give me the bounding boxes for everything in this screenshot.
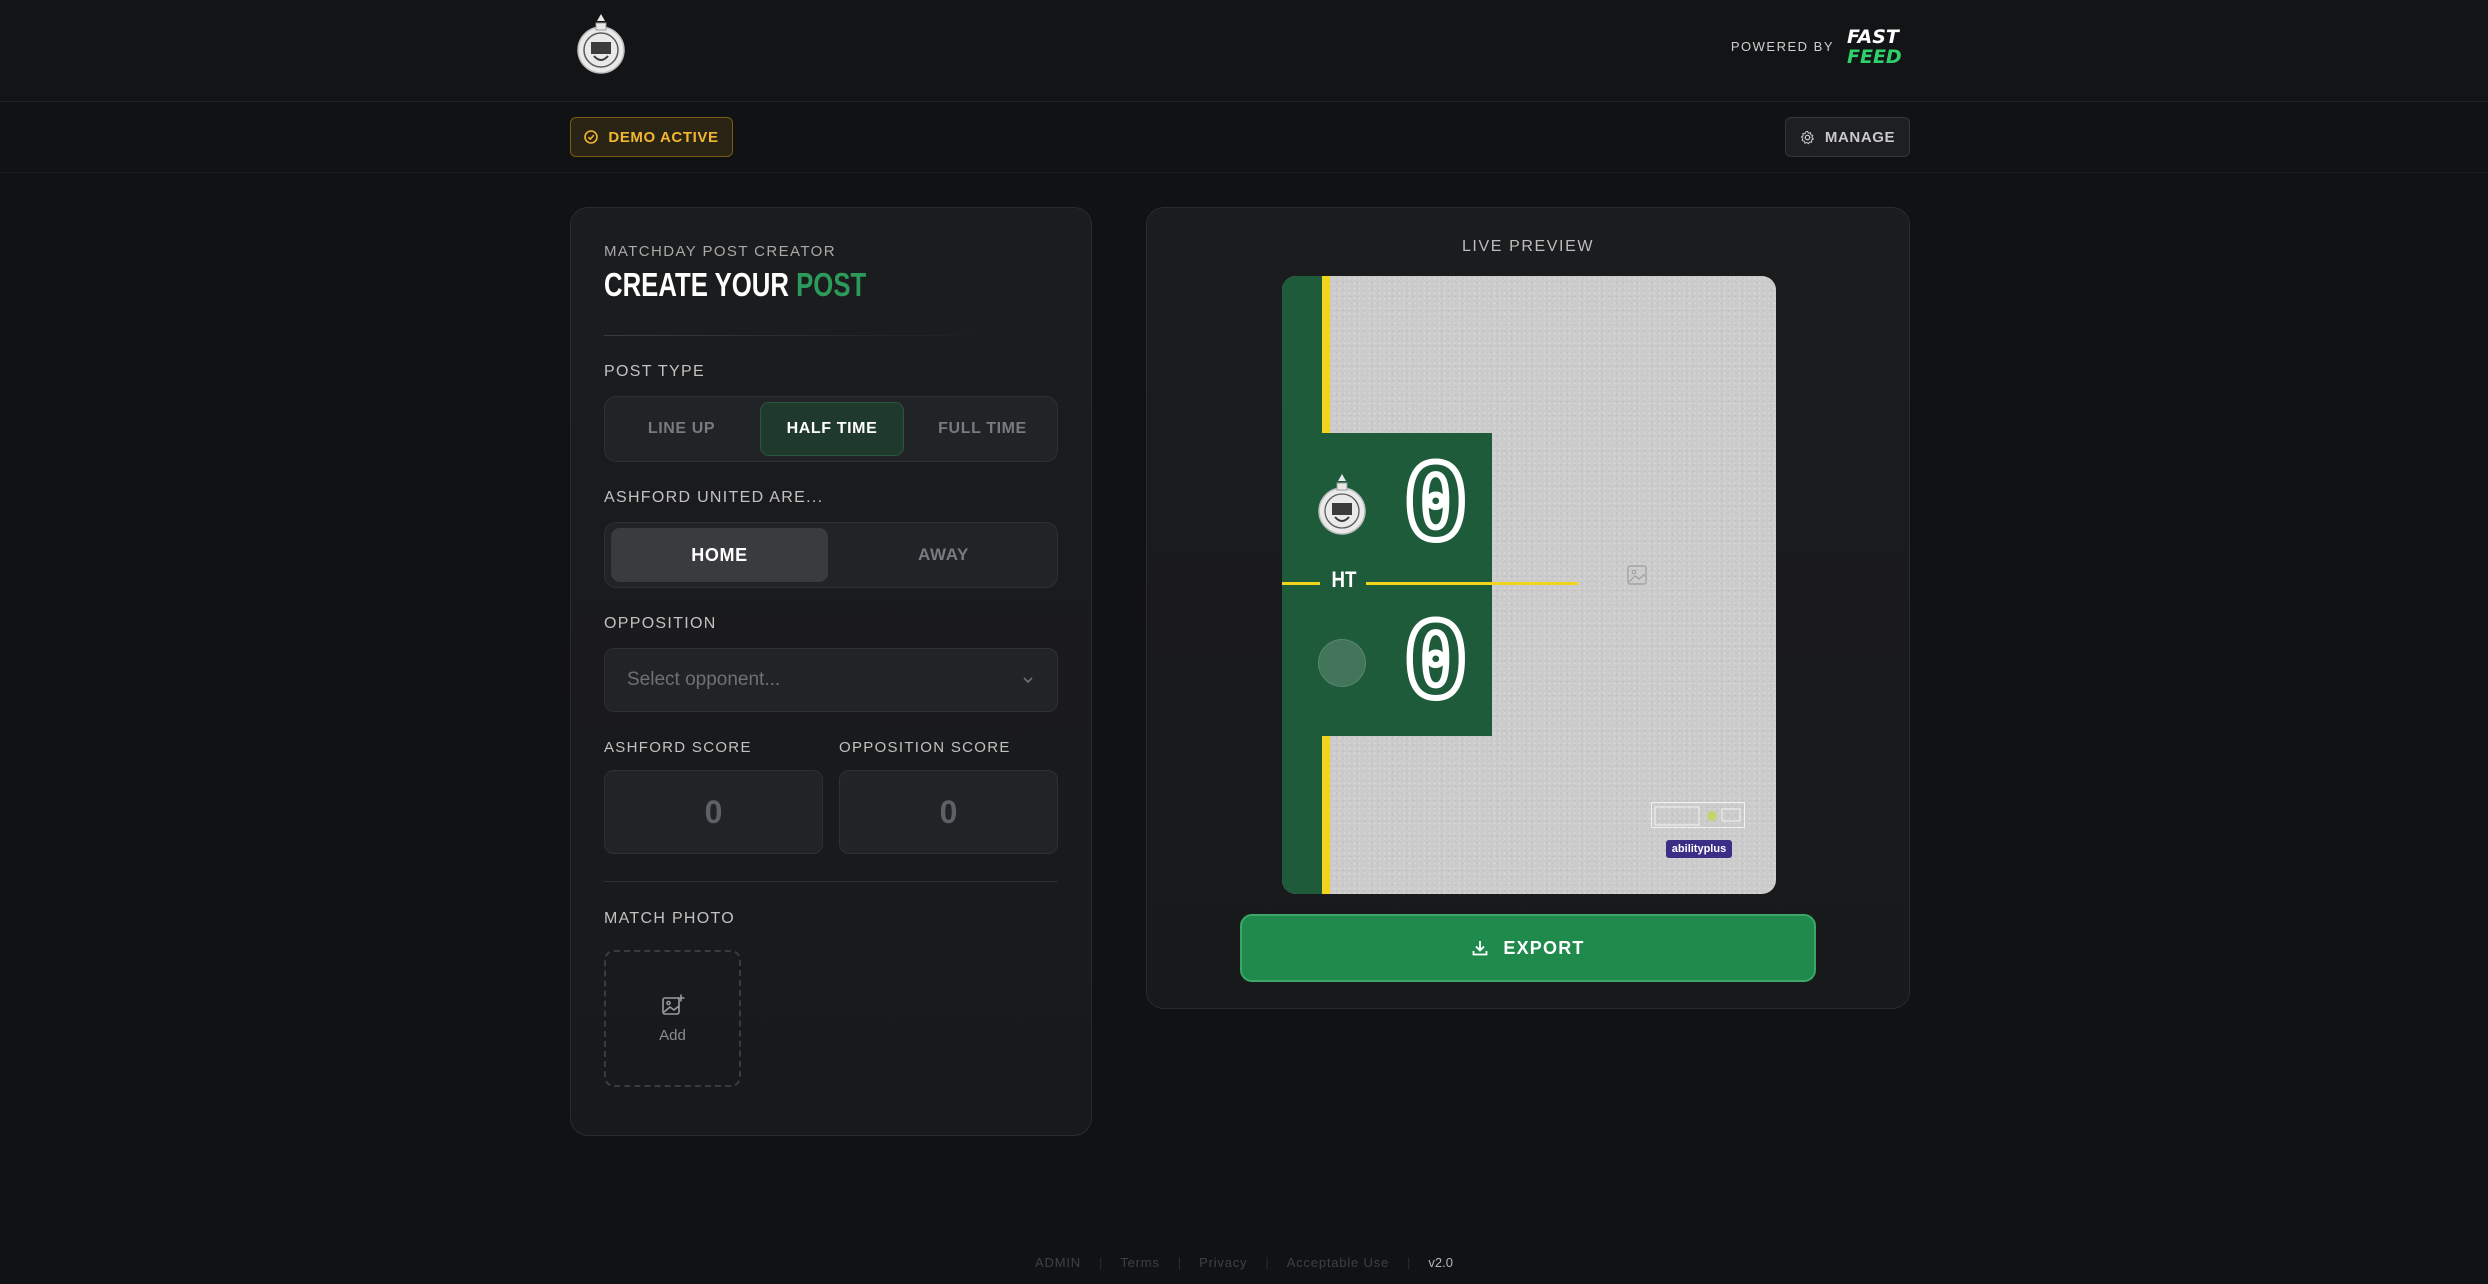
- post-type-half-time[interactable]: HALF TIME: [760, 402, 904, 456]
- club-crest-logo[interactable]: [576, 12, 626, 78]
- sponsor-logos-graphic: [1654, 806, 1741, 826]
- svg-text:0: 0: [1406, 451, 1466, 555]
- yellow-stripe-bottom: [1322, 736, 1330, 894]
- version-label: v2.0: [1428, 1254, 1453, 1270]
- sponsor-abilityplus: abilityplus: [1666, 840, 1732, 858]
- image-plus-icon: [661, 994, 684, 1015]
- post-type-full-time[interactable]: FULL TIME: [911, 402, 1054, 456]
- export-label: EXPORT: [1503, 937, 1585, 958]
- title-accent: POST: [796, 266, 867, 303]
- image-icon: [1627, 565, 1647, 585]
- ht-line-right: [1366, 582, 1578, 585]
- opposition-label: OPPOSITION: [604, 615, 717, 632]
- demo-active-label: DEMO ACTIVE: [608, 128, 719, 146]
- away-score-digit: 0: [1406, 609, 1466, 713]
- footer-acceptable-use-link[interactable]: Acceptable Use: [1269, 1255, 1407, 1270]
- ht-line-left: [1282, 582, 1320, 585]
- powered-by-text: POWERED BY: [1730, 38, 1834, 54]
- action-bar: DEMO ACTIVE MANAGE: [0, 103, 2488, 173]
- sponsor-logos: [1651, 802, 1745, 828]
- live-preview-panel: LIVE PREVIEW 0 HT 0 abilityplus EXPORT: [1146, 207, 1910, 1009]
- post-type-segmented: LINE UP HALF TIME FULL TIME: [604, 396, 1058, 462]
- ashford-score-input[interactable]: 0: [604, 770, 823, 854]
- export-button[interactable]: EXPORT: [1240, 914, 1816, 982]
- preview-card: 0 HT 0 abilityplus: [1282, 276, 1776, 894]
- title-main: CREATE YOUR: [604, 266, 789, 303]
- home-score-display: 0: [1402, 448, 1470, 558]
- away-score-display: 0: [1402, 606, 1470, 716]
- opposition-crest-placeholder: [1318, 639, 1366, 687]
- svg-text:FEED: FEED: [1847, 46, 1902, 66]
- venue-label: ASHFORD UNITED ARE...: [604, 489, 824, 506]
- match-photo-label: MATCH PHOTO: [604, 910, 736, 927]
- green-strip: [1282, 276, 1322, 894]
- download-icon: [1472, 941, 1488, 956]
- svg-text:0: 0: [1406, 609, 1466, 713]
- post-type-label: POST TYPE: [604, 363, 705, 380]
- footer-terms-link[interactable]: Terms: [1102, 1255, 1177, 1270]
- svg-text:FAST: FAST: [1847, 26, 1901, 48]
- post-type-line-up[interactable]: LINE UP: [610, 402, 753, 456]
- yellow-stripe-top: [1322, 276, 1330, 433]
- page-title: CREATE YOUR POST: [604, 266, 866, 304]
- venue-away[interactable]: AWAY: [834, 528, 1053, 582]
- top-bar: POWERED BY FAST FEED: [0, 0, 2488, 102]
- title-divider: [604, 335, 1004, 336]
- footer: ADMIN | Terms | Privacy | Acceptable Use…: [0, 1250, 2488, 1274]
- photo-placeholder: [1602, 564, 1672, 591]
- check-circle-icon: [584, 130, 599, 144]
- opposition-score-label: OPPOSITION SCORE: [839, 739, 1011, 756]
- opposition-placeholder: Select opponent...: [627, 669, 781, 690]
- panel-eyebrow: MATCHDAY POST CREATOR: [604, 243, 836, 260]
- post-creator-panel: MATCHDAY POST CREATOR CREATE YOUR POST P…: [570, 207, 1092, 1136]
- venue-segmented: HOME AWAY: [604, 522, 1058, 588]
- demo-active-badge: DEMO ACTIVE: [570, 117, 733, 157]
- fastfeed-logo[interactable]: FAST FEED: [1844, 26, 1910, 66]
- live-preview-label: LIVE PREVIEW: [1461, 238, 1595, 255]
- venue-home[interactable]: HOME: [611, 528, 828, 582]
- home-crest-icon: [1318, 474, 1366, 535]
- manage-button[interactable]: MANAGE: [1785, 117, 1910, 157]
- add-photo-label: Add: [659, 1027, 686, 1044]
- chevron-down-icon: [1023, 677, 1033, 684]
- powered-by: POWERED BY FAST FEED: [1731, 26, 1910, 66]
- manage-label: MANAGE: [1824, 128, 1896, 146]
- add-photo-button[interactable]: Add: [604, 950, 741, 1087]
- home-score-digit: 0: [1406, 451, 1466, 555]
- section-divider: [604, 881, 1058, 882]
- ashford-score-label: ASHFORD SCORE: [604, 739, 752, 756]
- footer-privacy-link[interactable]: Privacy: [1181, 1255, 1265, 1270]
- gear-icon: [1800, 130, 1815, 144]
- opposition-select[interactable]: Select opponent...: [604, 648, 1058, 712]
- period-label: HT: [1331, 567, 1357, 592]
- opposition-score-input[interactable]: 0: [839, 770, 1058, 854]
- footer-admin-link[interactable]: ADMIN: [1017, 1255, 1099, 1270]
